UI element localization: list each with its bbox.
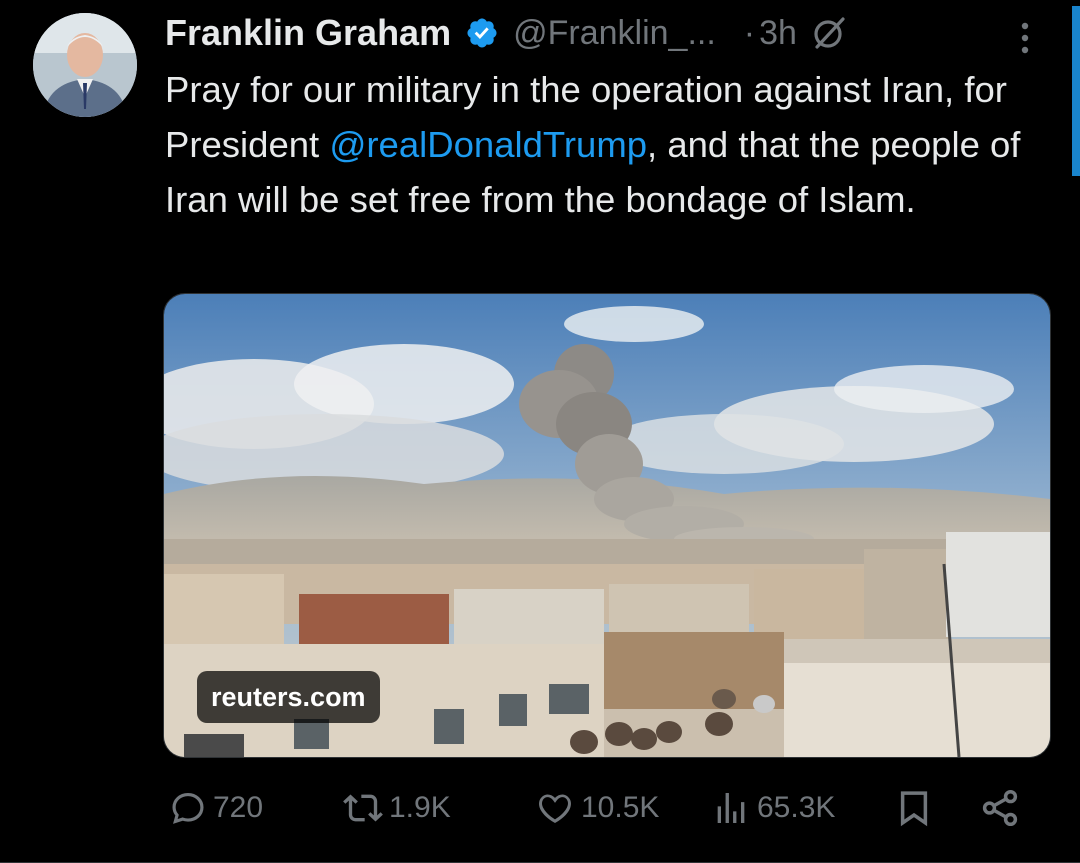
tweet-actions: 720 1.9K 10.5K 65.3K [165,780,1035,836]
author-handle[interactable]: @Franklin_... [513,14,716,53]
views-count: 65.3K [757,791,836,824]
repost-icon [343,788,383,828]
verified-badge-icon [465,16,499,50]
share-button[interactable] [979,780,1021,836]
views-button[interactable]: 65.3K [711,780,835,836]
tweet-media[interactable]: reuters.com [163,293,1051,758]
author-name[interactable]: Franklin Graham [165,12,451,54]
bookmark-icon [893,787,935,829]
grok-icon[interactable] [811,15,847,51]
tweet-header: Franklin Graham @Franklin_... · 3h [165,8,847,58]
like-icon [535,788,575,828]
views-icon [711,788,751,828]
reply-count: 720 [213,791,264,824]
like-button[interactable]: 10.5K [535,780,659,836]
share-icon [979,787,1021,829]
like-count: 10.5K [581,791,660,824]
separator-dot: · [743,13,756,52]
reply-icon [169,789,207,827]
timestamp[interactable]: 3h [759,14,797,53]
scrollbar[interactable] [1072,6,1080,176]
repost-count: 1.9K [389,791,451,824]
avatar[interactable] [33,13,137,117]
bookmark-button[interactable] [893,780,935,836]
media-source-badge[interactable]: reuters.com [197,671,380,723]
more-icon[interactable] [1012,18,1038,58]
reply-button[interactable]: 720 [169,780,263,836]
repost-button[interactable]: 1.9K [343,780,451,836]
mention-link[interactable]: @realDonaldTrump [329,124,647,165]
tweet-text: Pray for our military in the operation a… [165,62,1065,227]
avatar-image [33,13,137,117]
